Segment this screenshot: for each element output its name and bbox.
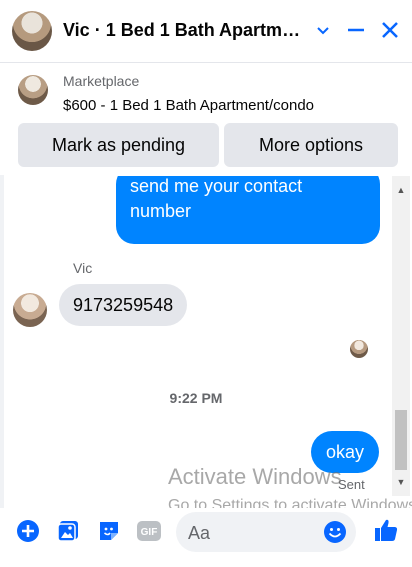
message-input-container [176,512,356,552]
outgoing-message: send me your contact number [116,176,380,244]
listing-source: Marketplace [63,73,140,89]
photo-icon[interactable] [55,518,81,544]
listing-thumbnail[interactable] [18,75,48,105]
conversation-area: send me your contact number Vic 91732595… [0,176,392,496]
message-status: Sent [338,477,365,492]
scroll-up-arrow-icon[interactable]: ▲ [392,184,410,196]
svg-text:GIF: GIF [141,527,158,538]
message-input[interactable] [186,520,320,546]
incoming-message: 9173259548 [59,284,188,326]
minimize-icon[interactable] [342,16,370,44]
sticker-icon[interactable] [96,518,122,544]
chevron-down-icon[interactable] [309,16,337,44]
close-icon[interactable] [376,16,404,44]
sender-avatar[interactable] [13,293,47,327]
activate-windows-watermark: Activate Windows [168,464,342,489]
seen-indicator-avatar [350,340,368,358]
listing-description[interactable]: $600 - 1 Bed 1 Bath Apartment/condo [63,97,314,114]
emoji-icon[interactable] [322,519,348,545]
more-options-button[interactable]: More options [224,123,398,167]
marketplace-listing-card: Marketplace $600 - 1 Bed 1 Bath Apartmen… [0,63,412,175]
thumbs-up-icon[interactable] [372,516,400,544]
scroll-down-arrow-icon[interactable]: ▼ [392,476,410,488]
sender-name: Vic [73,260,93,276]
message-timestamp: 9:22 PM [169,390,223,406]
message-composer: GIF [0,508,412,567]
outgoing-message-text: send me your contact number [130,176,303,221]
mark-as-pending-button[interactable]: Mark as pending [18,123,219,167]
plus-icon[interactable] [15,518,41,544]
scrollbar-thumb[interactable] [395,410,407,470]
contact-avatar[interactable] [12,11,52,51]
gif-icon[interactable]: GIF [136,518,162,544]
chat-header: Vic · 1 Bed 1 Bath Apartme... [0,0,412,63]
scrollbar[interactable]: ▲ ▼ [392,176,410,496]
chat-title[interactable]: Vic · 1 Bed 1 Bath Apartme... [63,20,303,41]
